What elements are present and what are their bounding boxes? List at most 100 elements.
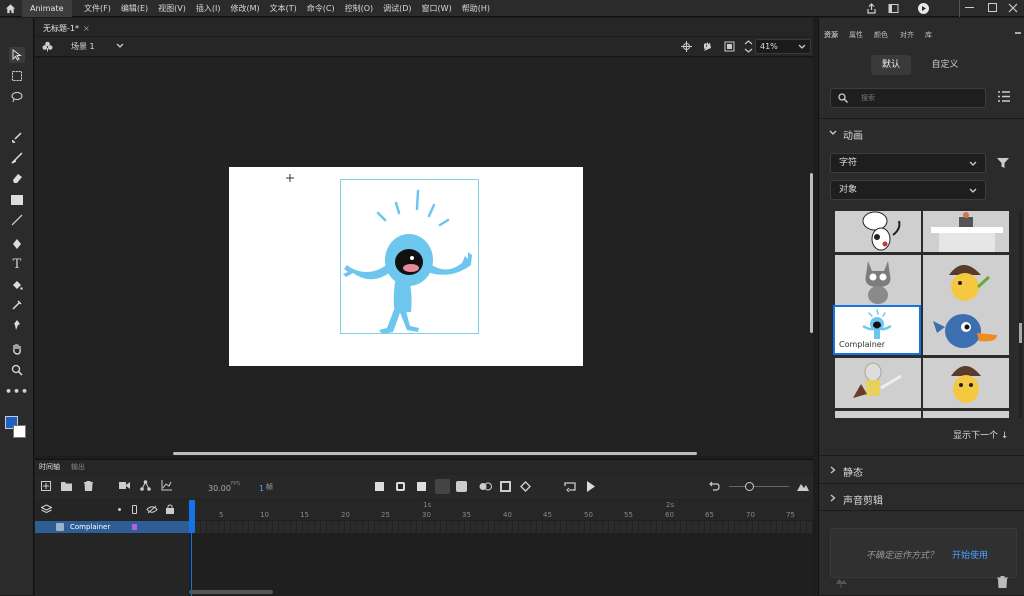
get-started-link[interactable]: 开始使用	[952, 548, 988, 561]
custom-toggle[interactable]: 自定义	[925, 55, 965, 75]
playhead[interactable]	[189, 500, 195, 533]
zoom-tool-icon[interactable]	[9, 362, 25, 378]
tab-color[interactable]: 颜色	[874, 30, 888, 40]
layer-row[interactable]: Complainer	[35, 521, 189, 533]
stage-area[interactable]	[35, 58, 813, 456]
insert-keyframe-icon[interactable]	[375, 482, 384, 491]
camera-icon[interactable]	[701, 40, 714, 53]
zoom-stepper-icon[interactable]	[744, 39, 753, 54]
test-movie-icon[interactable]	[917, 2, 930, 15]
filter-icon[interactable]	[997, 157, 1009, 169]
hide-icon[interactable]	[146, 505, 158, 514]
mountain-icon[interactable]	[797, 481, 809, 491]
current-frame-value[interactable]: 1	[259, 484, 264, 493]
asset-thumbnail-knight[interactable]	[835, 358, 921, 408]
fill-color-swatch[interactable]	[13, 425, 26, 438]
camera-layer-icon[interactable]	[119, 481, 130, 490]
type-select[interactable]: 对象	[830, 180, 986, 200]
workspace-icon[interactable]	[887, 2, 900, 15]
asset-thumbnail-mushroom[interactable]	[923, 255, 1009, 305]
show-next-link[interactable]: 显示下一个 ↓	[953, 428, 1008, 441]
layer-name[interactable]: Complainer	[70, 523, 110, 531]
lasso-tool-icon[interactable]	[9, 89, 25, 105]
asset-thumbnail-partial[interactable]	[923, 411, 1009, 418]
complainer-symbol[interactable]	[340, 179, 479, 334]
lock-icon[interactable]	[166, 504, 174, 514]
more-tools-icon[interactable]: •••	[5, 383, 28, 399]
delete-layer-icon[interactable]	[84, 481, 93, 491]
maximize-icon[interactable]	[988, 3, 997, 12]
tab-align[interactable]: 对齐	[900, 30, 914, 40]
asset-thumbnail-bird[interactable]	[923, 305, 1009, 355]
pin-tool-icon[interactable]	[9, 317, 25, 333]
home-icon[interactable]	[5, 3, 16, 14]
play-icon[interactable]	[586, 481, 596, 492]
menu-control[interactable]: 控制(O)	[345, 0, 374, 17]
timeline-zoom-handle[interactable]	[745, 482, 754, 491]
loop-playback-icon[interactable]	[564, 481, 577, 492]
asset-thumbnail-dog[interactable]	[835, 211, 921, 252]
outline-toggle-icon[interactable]	[132, 505, 137, 514]
hand-tool-icon[interactable]	[9, 341, 25, 357]
timeline-zoom-slider[interactable]	[729, 486, 789, 487]
menu-window[interactable]: 窗口(W)	[422, 0, 452, 17]
default-toggle[interactable]: 默认	[871, 55, 911, 75]
paint-bucket-tool-icon[interactable]	[9, 277, 25, 293]
close-tab-icon[interactable]: ×	[83, 24, 90, 33]
parenting-icon[interactable]	[140, 480, 151, 491]
scene-name[interactable]: 场景 1	[71, 41, 95, 52]
layer-outline-color[interactable]	[132, 524, 137, 530]
selection-tool-icon[interactable]	[9, 47, 25, 63]
pen-tool-icon[interactable]	[9, 236, 25, 252]
share-icon[interactable]	[865, 2, 878, 15]
menu-insert[interactable]: 插入(I)	[196, 0, 221, 17]
insert-frame-icon[interactable]	[417, 482, 426, 491]
clip-stage-icon[interactable]	[724, 41, 735, 52]
undo-icon[interactable]	[709, 481, 720, 491]
free-transform-tool-icon[interactable]	[9, 68, 25, 84]
list-view-icon[interactable]	[998, 91, 1010, 102]
menu-edit[interactable]: 编辑(E)	[121, 0, 148, 17]
menu-view[interactable]: 视图(V)	[158, 0, 186, 17]
vertical-scrollbar[interactable]	[810, 173, 813, 333]
asset-thumbnail-desk[interactable]	[923, 211, 1009, 252]
insert-blank-keyframe-icon[interactable]	[396, 482, 405, 491]
text-tool-icon[interactable]: T	[9, 256, 25, 272]
new-layer-icon[interactable]	[41, 481, 51, 491]
asset-thumbnail-cat[interactable]	[835, 255, 921, 305]
eraser-tool-icon[interactable]	[9, 170, 25, 186]
menu-file[interactable]: 文件(F)	[84, 0, 111, 17]
tab-timeline[interactable]: 时间轴	[39, 462, 60, 472]
fluid-brush-tool-icon[interactable]	[9, 130, 25, 146]
tab-library[interactable]: 库	[925, 30, 932, 40]
layer-frames[interactable]	[189, 521, 813, 533]
static-section-title[interactable]: 静态	[843, 464, 863, 479]
panel-menu-icon[interactable]	[1015, 32, 1021, 34]
eyedropper-tool-icon[interactable]	[9, 297, 25, 313]
asset-thumbnail-partial[interactable]	[835, 411, 921, 418]
search-field[interactable]: 搜索	[830, 88, 986, 108]
graph-icon[interactable]	[161, 480, 172, 491]
menu-debug[interactable]: 调试(D)	[383, 0, 411, 17]
stage[interactable]	[229, 167, 583, 366]
close-icon[interactable]	[1008, 3, 1018, 13]
category-select[interactable]: 字符	[830, 153, 986, 173]
chevron-down-icon[interactable]	[116, 43, 124, 49]
show-all-icon[interactable]	[118, 508, 121, 511]
fps-value[interactable]: 30.00	[208, 484, 231, 493]
menu-text[interactable]: 文本(T)	[270, 0, 297, 17]
timeline-ruler[interactable]: 1s 2s 5 10 15 20 25 30 35 40 45 50 55 60…	[189, 500, 813, 520]
frames-area[interactable]: 1s 2s 5 10 15 20 25 30 35 40 45 50 55 60…	[189, 500, 813, 596]
chevron-right-icon[interactable]	[830, 494, 836, 502]
menu-modify[interactable]: 修改(M)	[230, 0, 259, 17]
asset-scrollbar-thumb[interactable]	[1019, 323, 1022, 343]
minimize-icon[interactable]	[965, 7, 974, 8]
tab-assets[interactable]: 资源	[824, 30, 838, 40]
center-stage-icon[interactable]	[681, 41, 692, 52]
asset-thumbnail-mushroom-2[interactable]	[923, 358, 1009, 408]
create-shape-tween-icon[interactable]	[520, 481, 531, 492]
timeline-hscrollbar[interactable]	[189, 590, 273, 594]
delete-asset-icon[interactable]	[997, 576, 1008, 588]
asset-thumbnail-complainer[interactable]: Complainer	[833, 305, 921, 355]
create-classic-tween-icon[interactable]	[479, 481, 492, 492]
